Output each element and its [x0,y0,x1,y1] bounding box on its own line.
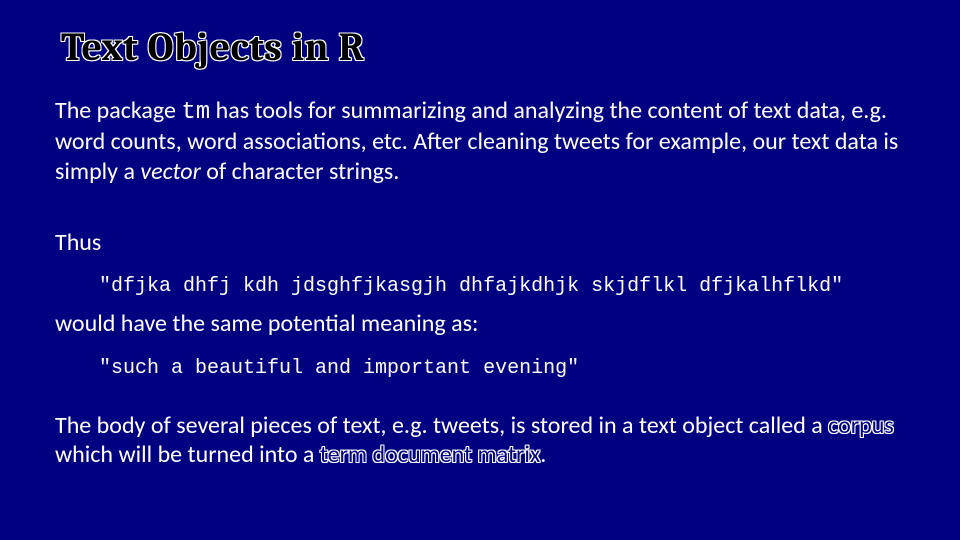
term-corpus: corpus [828,411,894,440]
would-have-line: would have the same potential meaning as… [55,309,905,338]
text-fragment: . [540,440,546,469]
intro-paragraph: The package tm has tools for summarizing… [55,96,905,186]
corpus-paragraph: The body of several pieces of text, e.g.… [55,411,905,470]
emphasis-vector: vector [140,157,200,186]
slide: Text Objects in R The package tm has too… [0,0,960,540]
code-example-1: "dfjka dhfj kdh jdsghfjkasgjh dhfajkdhjk… [99,275,905,299]
code-example-2: "such a beautiful and important evening" [99,357,905,381]
text-fragment: of character strings. [201,157,400,186]
text-fragment: which will be turned into a [55,440,320,469]
text-fragment: The package [55,96,181,125]
thus-label: Thus [55,228,905,257]
slide-body: The package tm has tools for summarizing… [55,96,905,470]
text-fragment: The body of several pieces of text, e.g.… [55,411,828,440]
code-inline-tm: tm [181,99,210,126]
term-tdm: term document matrix [320,440,540,469]
slide-title: Text Objects in R [61,24,905,70]
